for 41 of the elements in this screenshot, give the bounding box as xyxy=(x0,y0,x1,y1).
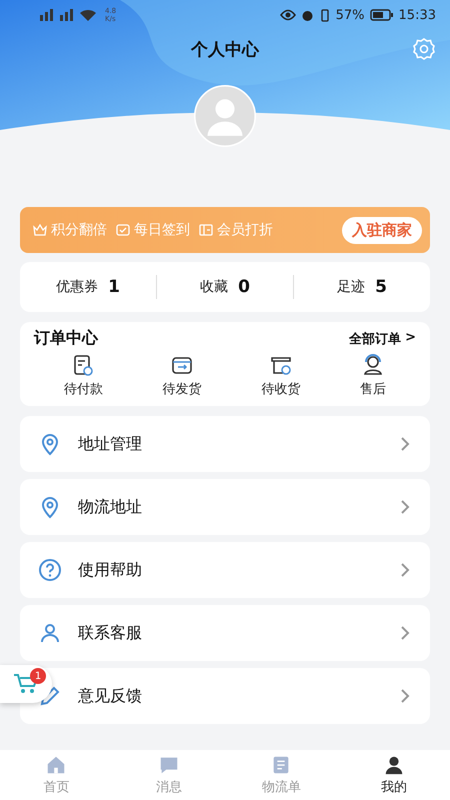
chevron-right-icon xyxy=(400,688,410,704)
menu-item[interactable]: 物流地址 xyxy=(20,479,430,535)
stat-value[interactable]: 5 xyxy=(375,277,387,297)
menu-label: 联系客服 xyxy=(78,622,143,644)
menu-label: 物流地址 xyxy=(78,496,143,518)
menu-label: 意见反馈 xyxy=(78,686,143,706)
vibrate-icon xyxy=(318,8,331,22)
menu-item[interactable]: 联系客服 xyxy=(20,605,430,661)
person-icon xyxy=(38,621,62,645)
menu-label: 地址管理 xyxy=(78,434,143,454)
order-status-button[interactable]: 售后 xyxy=(352,353,394,398)
page-title: 个人中心 xyxy=(191,38,259,60)
clock-time: 15:33 xyxy=(398,8,436,22)
battery-icon xyxy=(370,9,394,21)
stat-value[interactable]: 0 xyxy=(238,277,250,297)
chevron-right-icon xyxy=(400,625,410,641)
section-title: 订单中心 xyxy=(34,328,98,349)
tab-item[interactable]: 我的 xyxy=(338,750,450,800)
bill-clock-icon xyxy=(71,353,96,377)
ticket-icon xyxy=(198,222,214,238)
stat-label[interactable]: 足迹 xyxy=(337,278,366,296)
calendar-check-icon xyxy=(115,222,131,238)
order-status-button[interactable]: 待收货 xyxy=(253,353,308,398)
crown-icon xyxy=(32,222,48,238)
settings-icon[interactable] xyxy=(412,37,436,61)
stat-value[interactable]: 1 xyxy=(108,277,120,297)
menu-label: 使用帮助 xyxy=(78,560,143,580)
chevron-right-icon xyxy=(400,562,410,578)
order-status-button[interactable]: 待付款 xyxy=(56,353,111,398)
chevron-right-icon xyxy=(400,499,410,515)
all-orders-link[interactable]: 全部订单 > xyxy=(349,330,416,348)
order-status-button[interactable]: 待发货 xyxy=(154,353,210,398)
help-icon xyxy=(38,558,62,582)
battery-percent: 57% xyxy=(336,8,365,22)
stat-label[interactable]: 收藏 xyxy=(200,278,228,296)
chevron-right-icon xyxy=(400,436,410,452)
home-icon xyxy=(45,754,68,776)
menu-item[interactable]: 使用帮助 xyxy=(20,542,430,598)
stat-label[interactable]: 优惠券 xyxy=(56,278,98,296)
eye-icon xyxy=(280,9,296,21)
menu-item[interactable]: 地址管理 xyxy=(20,416,430,472)
